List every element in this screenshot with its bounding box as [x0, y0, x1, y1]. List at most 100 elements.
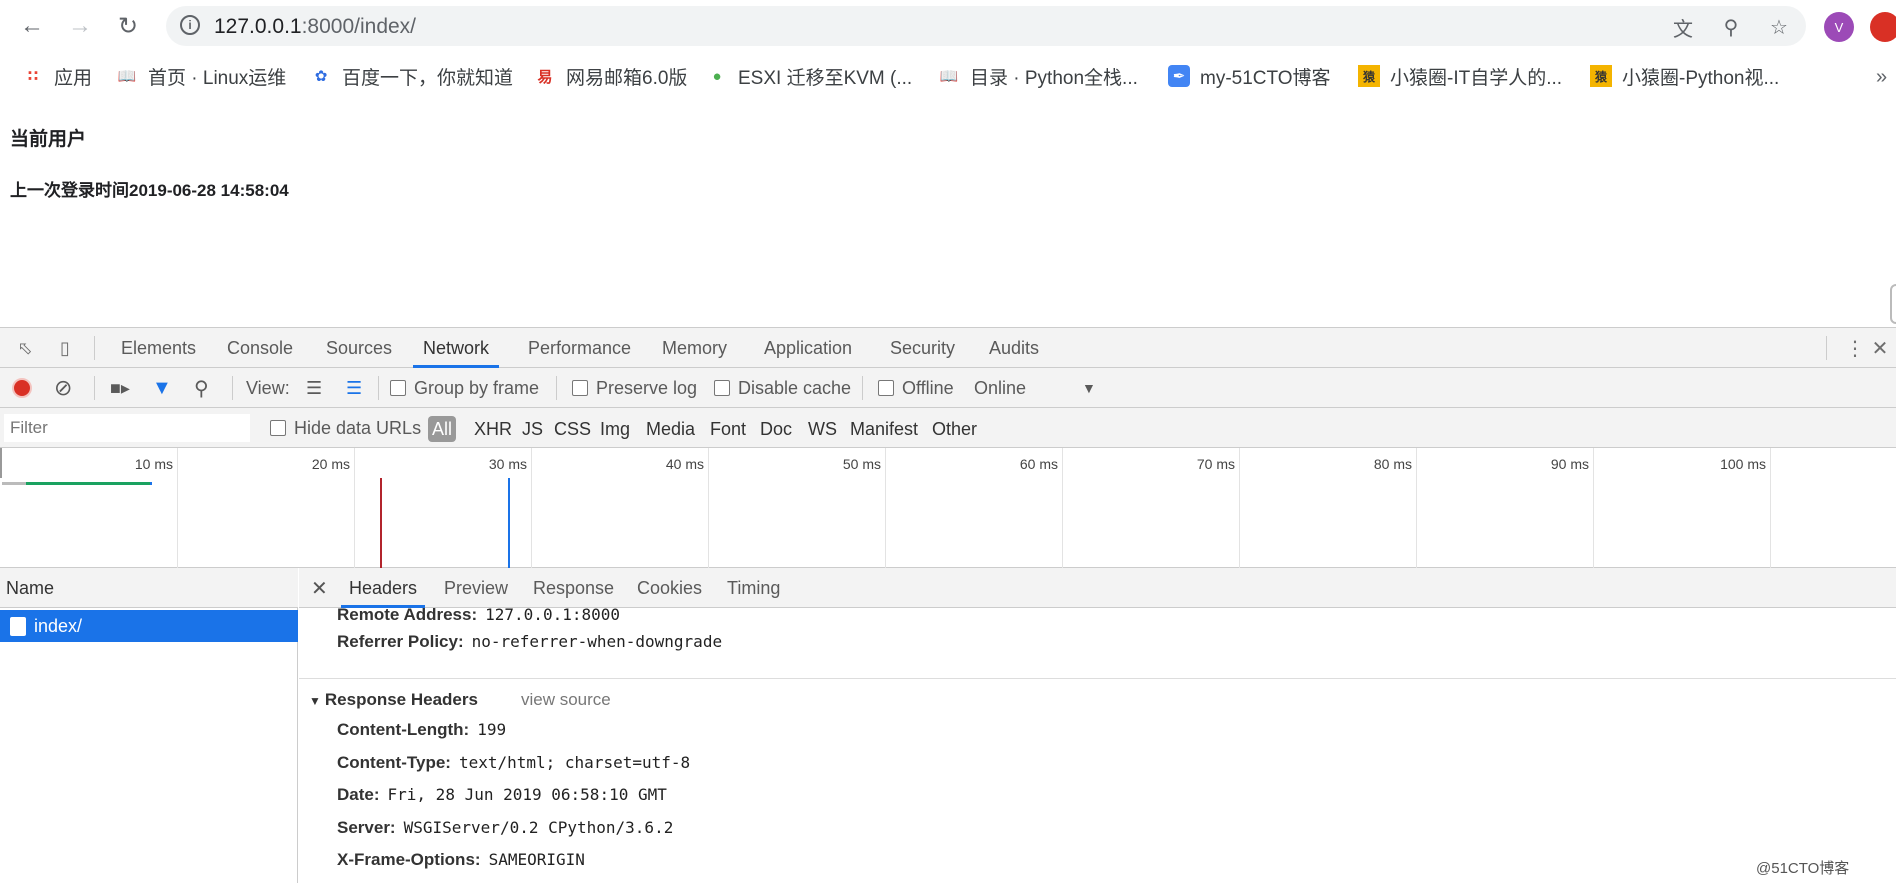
bookmark-python[interactable]: 📖 目录 · Python全栈... [938, 62, 1138, 90]
bookmark-linux[interactable]: 📖 首页 · Linux运维 [116, 62, 287, 90]
name-column-header[interactable]: Name [0, 568, 298, 608]
offline-checkbox[interactable]: Offline [878, 376, 954, 400]
header-server: Server: WSGIServer/0.2 CPython/3.6.2 [337, 818, 674, 837]
bookmark-star-icon[interactable]: ☆ [1766, 14, 1792, 40]
netease-icon: 易 [537, 68, 553, 86]
filter-input[interactable] [4, 414, 250, 442]
zoom-icon[interactable]: ⚲ [1718, 14, 1744, 40]
baidu-paw-icon: ✿ [314, 68, 328, 85]
timeline-handle[interactable] [0, 448, 2, 478]
bookmark-esxi[interactable]: ● ESXI 迁移至KVM (... [706, 62, 912, 90]
address-bar[interactable]: i 127.0.0.1:8000/index/ 文 ⚲ ☆ [166, 6, 1806, 46]
filter-type-media[interactable]: Media [642, 416, 699, 442]
yuan-icon: 猿 [1590, 65, 1612, 87]
bookmark-apps[interactable]: ∷ 应用 [22, 62, 92, 90]
disable-cache-checkbox[interactable]: Disable cache [714, 376, 851, 400]
device-toolbar-icon[interactable]: ▯ [52, 336, 78, 360]
tab-memory[interactable]: Memory [652, 328, 737, 368]
last-login-text: 上一次登录时间2019-06-28 14:58:04 [10, 181, 289, 200]
network-overview-timeline[interactable]: 10 ms 20 ms 30 ms 40 ms 50 ms 60 ms 70 m… [0, 448, 1896, 568]
group-by-frame-checkbox[interactable]: Group by frame [390, 376, 539, 400]
grid-line [531, 448, 532, 568]
request-list: Name index/ [0, 568, 298, 883]
tab-cookies[interactable]: Cookies [629, 568, 710, 608]
tab-sources[interactable]: Sources [316, 328, 402, 368]
bookmarks-overflow-button[interactable]: » [1876, 66, 1887, 89]
bookmark-netease[interactable]: 易 网易邮箱6.0版 [534, 62, 687, 90]
url-host: 127.0.0.1 [214, 15, 302, 38]
apps-grid-icon: ∷ [27, 68, 39, 85]
response-headers-toggle[interactable]: ▼ Response Headers [309, 690, 478, 710]
detail-tab-bar: ✕ Headers Preview Response Cookies Timin… [299, 568, 1896, 608]
tab-preview[interactable]: Preview [436, 568, 516, 608]
tab-audits[interactable]: Audits [979, 328, 1049, 368]
filter-type-doc[interactable]: Doc [756, 416, 796, 442]
yuan-icon: 猿 [1358, 65, 1380, 87]
page-content: 当前用户 上一次登录时间2019-06-28 14:58:04 [0, 96, 1896, 328]
filter-type-manifest[interactable]: Manifest [846, 416, 922, 442]
forward-button[interactable]: → [64, 10, 96, 42]
tick-label: 90 ms [1550, 456, 1589, 472]
hide-data-urls-checkbox[interactable]: Hide data URLs [270, 416, 421, 440]
filter-type-img[interactable]: Img [596, 416, 634, 442]
large-rows-button[interactable]: ☰ [306, 376, 322, 400]
bookmark-yuan-2[interactable]: 猿 小猿圈-Python视... [1590, 62, 1779, 90]
screenshot-button[interactable]: ■▸ [110, 376, 130, 400]
view-source-link[interactable]: view source [521, 690, 611, 710]
bookmark-51cto[interactable]: ✒ my-51CTO博客 [1168, 62, 1331, 90]
tab-headers[interactable]: Headers [341, 568, 426, 608]
tab-application[interactable]: Application [754, 328, 862, 368]
divider [862, 376, 863, 400]
page-scrollbar[interactable] [1890, 284, 1896, 324]
record-button[interactable] [12, 376, 32, 400]
url-text[interactable]: 127.0.0.1:8000/index/ [214, 15, 416, 39]
tab-elements[interactable]: Elements [111, 328, 206, 368]
tab-response[interactable]: Response [525, 568, 622, 608]
filter-type-font[interactable]: Font [706, 416, 750, 442]
bookmarks-bar: ∷ 应用 📖 首页 · Linux运维 ✿ 百度一下，你就知道 易 网易邮箱6.… [0, 56, 1896, 96]
clear-button[interactable]: ⊘ [54, 375, 73, 400]
filter-toggle-button[interactable]: ▼ [152, 376, 172, 400]
search-button[interactable]: ⚲ [194, 376, 209, 400]
grid-line [1593, 448, 1594, 568]
divider [94, 336, 95, 360]
filter-type-js[interactable]: JS [518, 416, 547, 442]
waterfall-view-button[interactable]: ☰ [346, 376, 362, 400]
tab-timing[interactable]: Timing [719, 568, 788, 608]
close-devtools-icon[interactable]: ✕ [1870, 336, 1890, 360]
profile-avatar[interactable]: V [1824, 12, 1854, 42]
tab-security[interactable]: Security [880, 328, 965, 368]
translate-icon[interactable]: 文 [1670, 14, 1696, 41]
watermark: @51CTO博客 [1756, 860, 1850, 877]
clear-icon: ⊘ [54, 375, 73, 400]
preserve-log-checkbox[interactable]: Preserve log [572, 376, 697, 400]
filter-type-other[interactable]: Other [928, 416, 981, 442]
bookmark-baidu[interactable]: ✿ 百度一下，你就知道 [310, 62, 513, 90]
filter-type-xhr[interactable]: XHR [470, 416, 516, 442]
bookmark-yuan-1[interactable]: 猿 小猿圈-IT自学人的... [1358, 62, 1562, 90]
filter-type-css[interactable]: CSS [550, 416, 595, 442]
tab-network[interactable]: Network [413, 328, 500, 368]
reload-button[interactable]: ↻ [112, 10, 144, 42]
record-icon [12, 378, 32, 398]
header-date: Date: Fri, 28 Jun 2019 06:58:10 GMT [337, 785, 667, 804]
extension-icon[interactable] [1870, 12, 1896, 42]
filter-type-all[interactable]: All [428, 416, 457, 442]
site-info-icon[interactable]: i [180, 15, 200, 35]
book-icon: 📖 [939, 68, 959, 85]
request-bar-waiting [2, 482, 26, 485]
throttling-select[interactable]: Online ▼ [974, 376, 1096, 400]
close-detail-icon[interactable]: ✕ [311, 576, 328, 601]
inspect-element-icon[interactable]: ⬁ [12, 336, 38, 360]
tab-console[interactable]: Console [217, 328, 303, 368]
devtools-tab-bar: ⬁ ▯ Elements Console Sources Network Per… [0, 328, 1896, 368]
filter-type-ws[interactable]: WS [804, 416, 841, 442]
back-button[interactable]: ← [16, 10, 48, 42]
tick-label: 60 ms [1019, 456, 1058, 472]
more-options-icon[interactable]: ⋮ [1842, 336, 1868, 360]
tab-performance[interactable]: Performance [518, 328, 641, 368]
divider [1826, 336, 1827, 360]
tick-label: 20 ms [311, 456, 350, 472]
request-row[interactable]: index/ [0, 610, 298, 642]
checkbox-icon [270, 420, 286, 436]
